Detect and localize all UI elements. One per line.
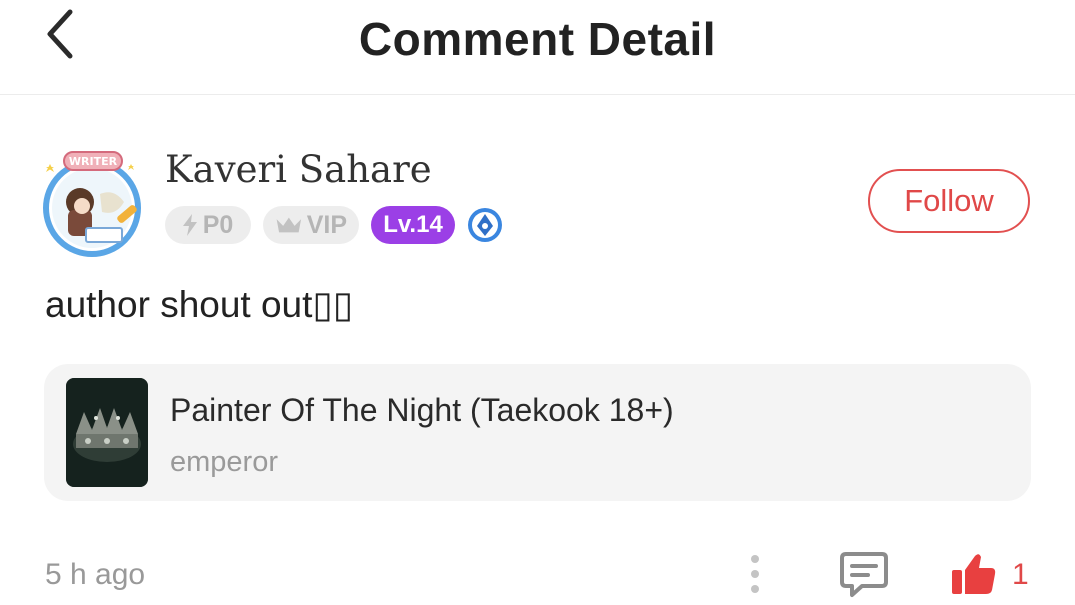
crown-icon bbox=[276, 217, 302, 233]
like-count: 1 bbox=[1012, 558, 1029, 591]
follow-button[interactable]: Follow bbox=[868, 169, 1030, 233]
level-badge: Lv.14 bbox=[371, 206, 455, 244]
book-subtitle: emperor bbox=[170, 446, 278, 478]
more-options-button[interactable] bbox=[738, 550, 772, 598]
power-badge: P0 bbox=[165, 206, 251, 244]
comment-time: 5 h ago bbox=[45, 558, 146, 591]
writer-badge-text: WRITER bbox=[69, 155, 118, 168]
vip-badge-label: VIP bbox=[306, 210, 347, 239]
page-title: Comment Detail bbox=[358, 13, 717, 65]
thumbs-up-icon bbox=[952, 554, 996, 594]
reply-button[interactable] bbox=[838, 548, 890, 600]
book-card[interactable]: Painter Of The Night (Taekook 18+) emper… bbox=[44, 364, 1031, 501]
username[interactable]: Kaveri Sahare bbox=[165, 148, 432, 191]
like-button[interactable]: 1 bbox=[950, 548, 1040, 600]
lightning-icon bbox=[182, 214, 197, 236]
comment-icon bbox=[840, 552, 888, 597]
user-badges: P0 VIP Lv.14 bbox=[165, 206, 503, 244]
avatar[interactable]: WRITER bbox=[36, 150, 148, 258]
top-bar: Comment Detail bbox=[0, 0, 1075, 95]
book-cover bbox=[66, 378, 148, 487]
pen-nib-icon bbox=[468, 208, 502, 242]
book-title: Painter Of The Night (Taekook 18+) bbox=[170, 392, 674, 428]
more-vertical-icon bbox=[751, 555, 759, 593]
power-badge-label: P0 bbox=[202, 210, 234, 239]
vip-badge: VIP bbox=[263, 206, 359, 244]
comment-text: author shout out▯▯ bbox=[45, 284, 354, 325]
